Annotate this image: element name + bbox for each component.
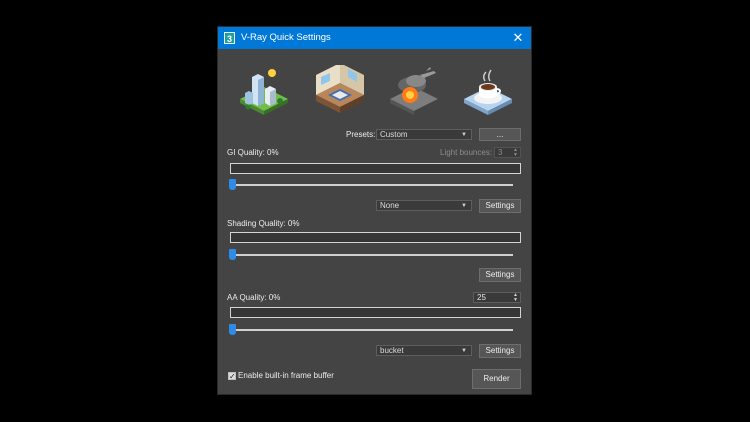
aa-quality-bar — [230, 307, 521, 318]
gi-quality-label: GI Quality: 0% — [227, 148, 279, 157]
spinner-arrows-icon: ▲ ▼ — [513, 292, 518, 303]
presets-more-button[interactable]: ... — [479, 128, 521, 141]
close-icon[interactable]: ✕ — [511, 30, 525, 46]
aa-sampler-value: bucket — [380, 346, 404, 355]
chevron-down-icon: ▼ — [461, 348, 467, 354]
shading-slider-thumb[interactable] — [229, 249, 236, 260]
vfb-checkbox[interactable]: ✓ — [228, 372, 236, 381]
aa-settings-button[interactable]: Settings — [479, 344, 521, 358]
chevron-down-icon: ▼ — [461, 203, 467, 209]
shading-quality-label: Shading Quality: 0% — [227, 219, 300, 228]
title-bar[interactable]: 3 V-Ray Quick Settings ✕ — [218, 27, 531, 49]
aa-spinner-value: 25 — [477, 293, 486, 302]
light-bounces-value: 3 — [498, 148, 503, 157]
presets-dropdown[interactable]: Custom ▼ — [376, 129, 472, 140]
presets-label: Presets: — [346, 130, 376, 139]
light-bounces-spinner: 3 ▲ ▼ — [494, 147, 521, 158]
aa-quality-label: AA Quality: 0% — [227, 293, 281, 302]
explosion-effects-icon[interactable] — [386, 65, 442, 117]
product-coffee-cup-icon[interactable] — [460, 65, 516, 117]
shading-slider-track[interactable] — [232, 254, 513, 256]
aa-slider-thumb[interactable] — [229, 324, 236, 335]
window-title: V-Ray Quick Settings — [241, 32, 331, 43]
city-exterior-icon[interactable] — [236, 65, 292, 117]
aa-sampler-dropdown[interactable]: bucket ▼ — [376, 345, 472, 356]
gi-secondary-value: None — [380, 201, 400, 210]
room-interior-icon[interactable] — [312, 63, 368, 117]
light-bounces-label: Light bounces: — [440, 148, 493, 157]
gi-quality-bar — [230, 163, 521, 174]
3ds-max-app-icon: 3 — [224, 32, 235, 44]
gi-settings-button[interactable]: Settings — [479, 199, 521, 213]
chevron-down-icon: ▼ — [461, 132, 467, 138]
aa-slider-track[interactable] — [232, 329, 513, 331]
aa-spinner[interactable]: 25 ▲ ▼ — [473, 292, 521, 303]
gi-slider-track[interactable] — [232, 184, 513, 186]
vray-quick-settings-window: 3 V-Ray Quick Settings ✕ Presets: Custom… — [218, 27, 531, 394]
shading-quality-bar — [230, 232, 521, 243]
vfb-checkbox-label[interactable]: Enable built-in frame buffer — [238, 371, 334, 381]
presets-value: Custom — [380, 130, 408, 139]
shading-settings-button[interactable]: Settings — [479, 268, 521, 282]
gi-slider-thumb[interactable] — [229, 179, 236, 190]
gi-secondary-dropdown[interactable]: None ▼ — [376, 200, 472, 211]
render-button[interactable]: Render — [472, 369, 521, 389]
spinner-arrows-icon: ▲ ▼ — [513, 147, 518, 158]
